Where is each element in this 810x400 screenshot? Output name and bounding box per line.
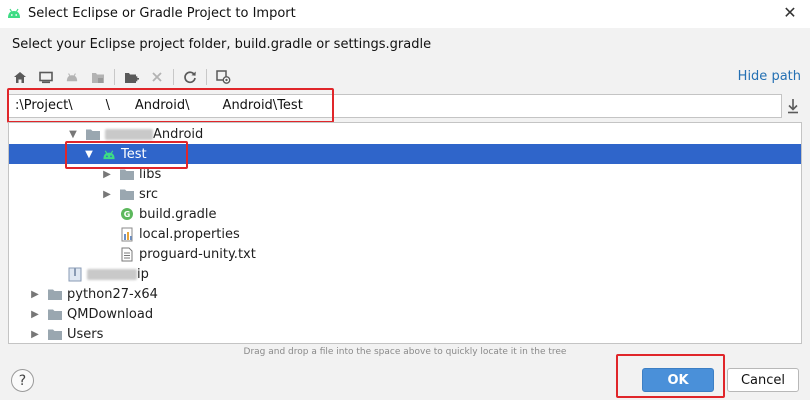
text-file-icon — [119, 246, 135, 262]
annotation-box-test — [65, 141, 188, 169]
tree-item-label: build.gradle — [139, 206, 217, 222]
hide-path-link[interactable]: Hide path — [738, 69, 801, 84]
zip-file-icon — [67, 266, 83, 282]
tree-item-label: local.properties — [139, 226, 240, 242]
delete-icon[interactable] — [147, 67, 167, 87]
tree-item-label: Android — [153, 126, 204, 142]
tree-item-label: src — [139, 186, 158, 202]
tree-row[interactable]: proguard-unity.txt — [9, 244, 801, 264]
folder-icon — [47, 286, 63, 302]
chevron-right-icon[interactable]: ▶ — [29, 288, 41, 300]
chevron-right-icon[interactable]: ▶ — [101, 188, 113, 200]
show-hidden-icon[interactable] — [213, 67, 233, 87]
tree-row[interactable]: local.properties — [9, 224, 801, 244]
svg-text:G: G — [124, 210, 131, 219]
toolbar-separator — [173, 69, 174, 85]
cancel-button[interactable]: Cancel — [727, 368, 799, 392]
new-folder-icon[interactable] — [121, 67, 141, 87]
chevron-right-icon[interactable]: ▶ — [29, 328, 41, 340]
tree-row[interactable]: ▶ python27-x64 — [9, 284, 801, 304]
folder-icon — [85, 126, 101, 142]
tree-row[interactable]: G build.gradle — [9, 204, 801, 224]
toolbar-separator — [114, 69, 115, 85]
folder-icon — [47, 306, 63, 322]
tree-row[interactable]: ip — [9, 264, 801, 284]
gradle-file-icon: G — [119, 206, 135, 222]
help-button[interactable]: ? — [11, 369, 34, 392]
android-icon[interactable] — [62, 67, 82, 87]
title-bar: Select Eclipse or Gradle Project to Impo… — [0, 0, 810, 28]
desktop-icon[interactable] — [36, 67, 56, 87]
refresh-icon[interactable] — [180, 67, 200, 87]
tree-row[interactable]: ▶ Users — [9, 324, 801, 343]
chevron-down-icon[interactable]: ▼ — [67, 128, 79, 140]
file-toolbar — [10, 66, 239, 88]
tree-item-label: QMDownload — [67, 306, 154, 322]
redacted-text — [105, 128, 153, 140]
chevron-right-icon[interactable]: ▶ — [101, 168, 113, 180]
redacted-text — [87, 268, 137, 280]
download-icon[interactable] — [784, 96, 802, 116]
annotation-box-path — [7, 88, 334, 123]
window-title: Select Eclipse or Gradle Project to Impo… — [28, 6, 296, 21]
chevron-right-icon[interactable]: ▶ — [29, 308, 41, 320]
tree-item-label: ip — [137, 266, 149, 282]
project-icon[interactable] — [88, 67, 108, 87]
tree-item-label: python27-x64 — [67, 286, 158, 302]
properties-file-icon — [119, 226, 135, 242]
tree-item-label: proguard-unity.txt — [139, 246, 256, 262]
toolbar-separator — [206, 69, 207, 85]
home-icon[interactable] — [10, 67, 30, 87]
ok-button[interactable]: OK — [642, 368, 714, 392]
close-icon[interactable]: ✕ — [780, 3, 800, 23]
tree-row[interactable]: ▶ src — [9, 184, 801, 204]
tree-item-label: Users — [67, 326, 104, 342]
folder-icon — [47, 326, 63, 342]
folder-icon — [119, 186, 135, 202]
tree-row[interactable]: ▶ QMDownload — [9, 304, 801, 324]
dialog-subtitle: Select your Eclipse project folder, buil… — [12, 37, 432, 52]
android-icon — [8, 8, 20, 18]
